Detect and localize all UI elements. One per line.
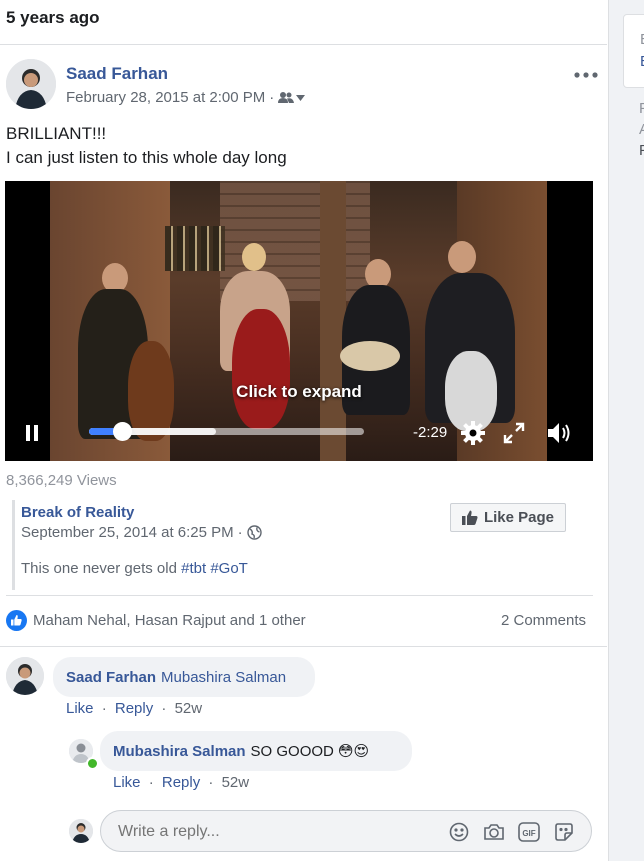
right-sidebar: E E F A F (608, 0, 644, 861)
divider (6, 595, 593, 596)
post-text: BRILLIANT!!! I can just listen to this w… (6, 122, 287, 170)
post-author-name[interactable]: Saad Farhan (66, 64, 168, 84)
sidebar-letter: F (639, 100, 644, 117)
comment-reply-link[interactable]: Reply (115, 700, 153, 717)
comment-timestamp[interactable]: 52w (175, 700, 203, 717)
friends-icon[interactable] (278, 91, 306, 104)
gear-icon[interactable] (460, 420, 486, 451)
person-avatar-icon (6, 59, 56, 109)
meta-separator: · (101, 700, 107, 717)
comment-reply-link[interactable]: Reply (162, 774, 200, 791)
sidebar-letter: A (639, 121, 644, 138)
shared-page-date[interactable]: September 25, 2014 at 6:25 PM (21, 524, 234, 541)
click-to-expand-label[interactable]: Click to expand (5, 382, 593, 402)
comment-author[interactable]: Saad Farhan (66, 669, 156, 686)
author-avatar[interactable] (6, 59, 56, 109)
my-avatar (69, 819, 93, 843)
video-player[interactable]: Click to expand -2:29 (5, 181, 593, 461)
pause-icon[interactable] (25, 424, 39, 447)
meta-separator: · (237, 524, 243, 541)
divider (0, 646, 607, 647)
progress-scrubber[interactable] (113, 422, 132, 441)
camera-icon[interactable] (483, 822, 505, 847)
reaction-summary[interactable]: Maham Nehal, Hasan Rajput and 1 other (33, 612, 306, 629)
chevron-down-icon (296, 94, 306, 101)
shared-page-meta: September 25, 2014 at 6:25 PM · (21, 524, 262, 541)
shared-quote-bar (12, 500, 15, 590)
person-avatar-icon (69, 819, 93, 843)
comment-actions: Like · Reply · 52w (66, 700, 206, 717)
like-reaction-icon[interactable] (6, 610, 27, 636)
shared-text: This one never gets old (21, 560, 177, 577)
video-progress-bar[interactable] (89, 422, 364, 441)
online-status-dot (86, 757, 99, 770)
meta-separator: · (208, 774, 214, 791)
meta-separator: · (148, 774, 154, 791)
like-page-label: Like Page (483, 509, 555, 526)
post-meta: February 28, 2015 at 2:00 PM · (66, 89, 306, 106)
post-text-line: BRILLIANT!!! (6, 124, 107, 143)
comment-author[interactable]: Mubashira Salman (113, 743, 246, 760)
feed-header: 5 years ago (0, 0, 607, 45)
comment-bubble: Mubashira Salman SO GOOOD 😳😍 (100, 731, 412, 771)
person-avatar-icon (6, 657, 44, 695)
sidebar-letter: E (640, 53, 644, 70)
like-page-button[interactable]: Like Page (450, 503, 566, 532)
hashtag-link[interactable]: #tbt (181, 560, 206, 577)
gif-icon[interactable]: GIF (518, 822, 540, 847)
post-date[interactable]: February 28, 2015 at 2:00 PM (66, 89, 265, 106)
time-remaining: -2:29 (413, 424, 448, 441)
comment-actions: Like · Reply · 52w (113, 774, 253, 791)
commenter-avatar[interactable] (6, 657, 44, 695)
meta-separator: · (269, 89, 275, 106)
comment-text: SO GOOOD (250, 742, 334, 760)
ellipsis-icon[interactable] (574, 66, 598, 84)
svg-text:GIF: GIF (522, 829, 535, 838)
comment-emojis: 😳😍 (337, 743, 370, 760)
sidebar-letter: F (639, 142, 644, 159)
shared-post-text: This one never gets old #tbt #GoT (21, 560, 248, 577)
comment-like-link[interactable]: Like (113, 774, 141, 791)
emoji-icon[interactable] (449, 822, 469, 847)
comment-like-link[interactable]: Like (66, 700, 94, 717)
post-text-line: I can just listen to this whole day long (6, 148, 287, 167)
reply-box: GIF (100, 810, 592, 852)
video-controls: -2:29 (5, 416, 593, 461)
view-count: 8,366,249 Views (6, 472, 117, 489)
sidebar-letter: E (640, 31, 644, 48)
sticker-icon[interactable] (554, 822, 574, 847)
shared-page-name[interactable]: Break of Reality (21, 504, 134, 521)
sidebar-card[interactable]: E E (623, 14, 644, 88)
globe-icon (246, 525, 262, 540)
reply-input[interactable] (116, 820, 430, 844)
comment-bubble: Saad Farhan Mubashira Salman (53, 657, 315, 697)
hashtag-link[interactable]: #GoT (210, 560, 248, 577)
thumbs-up-icon (461, 510, 478, 525)
volume-icon[interactable] (546, 420, 574, 451)
comments-count[interactable]: 2 Comments (501, 612, 586, 629)
comment-timestamp[interactable]: 52w (222, 774, 250, 791)
time-ago-label: 5 years ago (6, 8, 100, 27)
comment-mention[interactable]: Mubashira Salman (161, 669, 286, 686)
meta-separator: · (161, 700, 167, 717)
fullscreen-icon[interactable] (503, 422, 525, 449)
